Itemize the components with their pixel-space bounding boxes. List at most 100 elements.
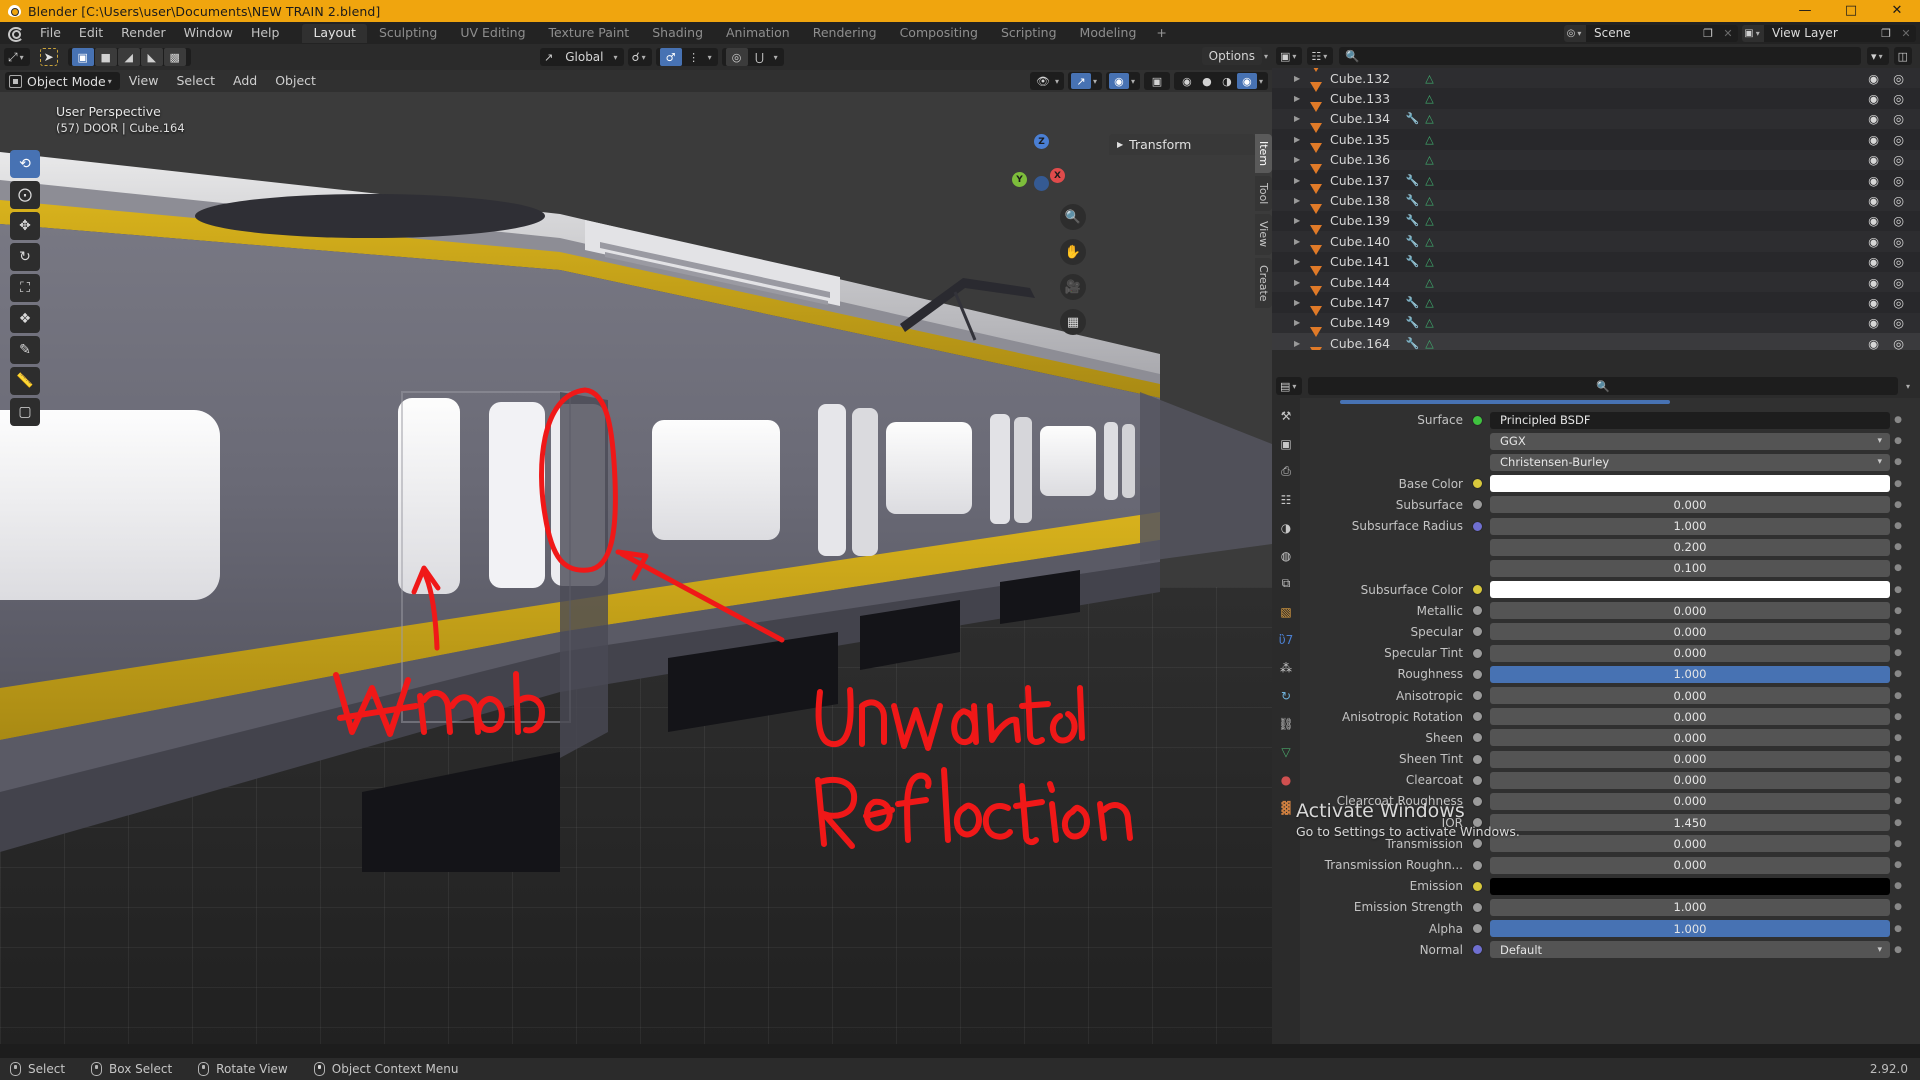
modifier-wrench-icon[interactable]: 🔧 <box>1404 316 1421 329</box>
snap-group[interactable]: ♂ ⋮ ▾ <box>655 48 718 66</box>
hide-in-viewport-icon[interactable]: ◉ <box>1868 132 1879 147</box>
expand-arrow-icon[interactable]: ▶ <box>1294 257 1300 266</box>
modifier-wrench-icon[interactable]: 🔧 <box>1404 194 1421 207</box>
property-socket-icon[interactable] <box>1472 647 1483 659</box>
disable-in-render-icon[interactable]: ◎ <box>1893 111 1904 126</box>
property-value-field[interactable]: 0.000 <box>1490 729 1890 747</box>
shading-material-preview-button[interactable]: ◑ <box>1217 73 1237 89</box>
property-slider[interactable]: 1.000 <box>1490 920 1890 938</box>
property-animate-dot[interactable]: ● <box>1890 563 1906 573</box>
property-animate-dot[interactable]: ● <box>1890 542 1906 552</box>
property-socket-icon[interactable] <box>1472 838 1483 850</box>
workspace-tab-layout[interactable]: Layout <box>302 23 367 43</box>
tool-scale[interactable]: ⛶ <box>10 274 40 302</box>
mesh-data-icon[interactable]: △ <box>1421 153 1438 166</box>
gizmo-group[interactable]: ↗ ▾ <box>1067 72 1102 90</box>
proportional-edit-group[interactable]: ◎ ⋃ ▾ <box>721 48 784 66</box>
hide-in-viewport-icon[interactable]: ◉ <box>1868 336 1879 350</box>
workspace-tab-scripting[interactable]: Scripting <box>990 24 1068 43</box>
camera-view-icon[interactable]: 🎥 <box>1060 274 1086 300</box>
expand-arrow-icon[interactable]: ▶ <box>1294 74 1300 83</box>
workspace-tab-compositing[interactable]: Compositing <box>889 24 989 43</box>
menu-window[interactable]: Window <box>175 22 242 44</box>
interaction-mode-selector[interactable]: Object Mode ▾ <box>5 72 120 90</box>
maximize-button[interactable]: □ <box>1828 0 1874 22</box>
tool-select-box[interactable]: ⟲ <box>10 150 40 178</box>
select-intersect-button[interactable]: ▩ <box>163 48 186 66</box>
property-dropdown[interactable]: Principled BSDF <box>1490 411 1890 429</box>
property-socket-icon[interactable] <box>1472 859 1483 871</box>
property-row[interactable]: Sheen Tint 0.000 ● <box>1300 749 1920 769</box>
mesh-data-icon[interactable]: △ <box>1421 316 1438 329</box>
property-value-field[interactable]: 0.000 <box>1490 644 1890 662</box>
property-color-swatch[interactable] <box>1490 475 1890 493</box>
properties-tab-texture[interactable]: ▓ <box>1277 798 1296 817</box>
disable-in-render-icon[interactable]: ◎ <box>1893 254 1904 269</box>
disable-in-render-icon[interactable]: ◎ <box>1893 213 1904 228</box>
tool-add-cube[interactable]: ▢ <box>10 398 40 426</box>
property-socket-icon[interactable] <box>1472 499 1483 511</box>
hide-in-viewport-icon[interactable]: ◉ <box>1868 275 1879 290</box>
minimize-button[interactable]: — <box>1782 0 1828 22</box>
sidebar-tab-tool[interactable]: Tool <box>1255 176 1272 212</box>
property-color-swatch[interactable] <box>1490 877 1890 895</box>
outliner-filter-button[interactable]: ▾ ▾ <box>1867 47 1889 65</box>
property-value-field[interactable]: 0.200 <box>1490 538 1890 556</box>
property-socket-icon[interactable] <box>1472 520 1483 532</box>
outliner-editor[interactable]: ▣ ▾ ☷ ▾ 🔍 ▾ ▾ ◫ ▶ Cube.132 △ ◉ ◎ ▶ Cube.133 △ ◉ ◎… <box>1272 44 1920 374</box>
mesh-data-icon[interactable]: △ <box>1421 72 1438 85</box>
disable-in-render-icon[interactable]: ◎ <box>1893 336 1904 350</box>
property-row[interactable]: Sheen 0.000 ● <box>1300 728 1920 748</box>
expand-arrow-icon[interactable]: ▶ <box>1294 318 1300 327</box>
property-row[interactable]: Metallic 0.000 ● <box>1300 601 1920 621</box>
shading-solid-button[interactable]: ● <box>1197 73 1217 89</box>
outliner-search-input[interactable]: 🔍 <box>1339 47 1862 65</box>
property-animate-dot[interactable]: ● <box>1890 436 1906 446</box>
property-row[interactable]: Subsurface 0.000 ● <box>1300 495 1920 515</box>
outliner-row[interactable]: ▶ Cube.132 △ ◉ ◎ <box>1272 68 1920 89</box>
property-socket-icon[interactable] <box>1472 584 1483 596</box>
transform-orientation-selector[interactable]: ↗ Global ▾ <box>540 48 624 66</box>
disable-in-render-icon[interactable]: ◎ <box>1893 152 1904 167</box>
property-socket-icon[interactable] <box>1472 795 1483 807</box>
property-row[interactable]: Normal Default● <box>1300 940 1920 960</box>
xray-toggle-icon[interactable]: ▣ <box>1147 73 1167 89</box>
property-animate-dot[interactable]: ● <box>1890 585 1906 595</box>
toggle-ortho-icon[interactable]: ▦ <box>1060 309 1086 335</box>
zoom-icon[interactable]: 🔍 <box>1060 204 1086 230</box>
property-row[interactable]: Specular Tint 0.000 ● <box>1300 643 1920 663</box>
hide-in-viewport-icon[interactable]: ◉ <box>1868 152 1879 167</box>
properties-tab-tool[interactable]: ⚒ <box>1277 406 1296 425</box>
outliner-row[interactable]: ▶ Cube.133 △ ◉ ◎ <box>1272 82 1920 108</box>
tool-annotate[interactable]: ✎ <box>10 336 40 364</box>
properties-tab-scene[interactable]: ◑ <box>1277 518 1296 537</box>
properties-tab-object[interactable]: ▧ <box>1277 602 1296 621</box>
expand-arrow-icon[interactable]: ▶ <box>1294 216 1300 225</box>
sidebar-tab-item[interactable]: Item <box>1255 134 1272 174</box>
menu-file[interactable]: File <box>31 22 70 44</box>
disable-in-render-icon[interactable]: ◎ <box>1893 173 1904 188</box>
delete-scene-button[interactable]: ✕ <box>1718 25 1738 42</box>
workspace-tab-animation[interactable]: Animation <box>715 24 801 43</box>
properties-tab-output[interactable]: ⎙ <box>1277 462 1296 481</box>
property-animate-dot[interactable]: ● <box>1890 669 1906 679</box>
property-dropdown[interactable]: Christensen-Burley <box>1490 453 1890 471</box>
hide-in-viewport-icon[interactable]: ◉ <box>1868 254 1879 269</box>
property-row[interactable]: Christensen-Burley● <box>1300 452 1920 472</box>
viewport-options-button[interactable]: Options <box>1201 47 1262 65</box>
pan-hand-icon[interactable]: ✋ <box>1060 239 1086 265</box>
property-row[interactable]: Subsurface Color ● <box>1300 580 1920 600</box>
properties-tab-modifier[interactable]: ὒ7 <box>1277 630 1296 649</box>
property-row[interactable]: IOR 1.450 ● <box>1300 813 1920 833</box>
property-socket-icon[interactable] <box>1472 414 1483 426</box>
property-animate-dot[interactable]: ● <box>1890 606 1906 616</box>
property-row[interactable]: Transmission Roughn... 0.000 ● <box>1300 855 1920 875</box>
property-socket-icon[interactable] <box>1472 944 1483 956</box>
property-value-field[interactable]: 1.000 <box>1490 898 1890 916</box>
properties-tab-data[interactable]: ▽ <box>1277 742 1296 761</box>
expand-arrow-icon[interactable]: ▶ <box>1294 176 1300 185</box>
blender-menu-icon[interactable] <box>7 25 24 42</box>
expand-arrow-icon[interactable]: ▶ <box>1294 155 1300 164</box>
property-row[interactable]: Clearcoat Roughness 0.000 ● <box>1300 791 1920 811</box>
disable-in-render-icon[interactable]: ◎ <box>1893 275 1904 290</box>
